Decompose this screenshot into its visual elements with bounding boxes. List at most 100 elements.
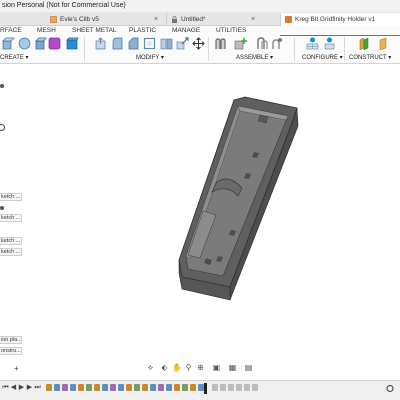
timeline-feature-icon[interactable]	[78, 384, 84, 391]
timeline-feature-icon[interactable]	[134, 384, 140, 391]
configure-rule-icon[interactable]	[323, 37, 336, 50]
prev-icon[interactable]: ◀	[10, 384, 17, 392]
timeline-feature-icon[interactable]	[182, 384, 188, 391]
ribbon-divider	[84, 37, 85, 61]
browser-item[interactable]: ketch ...	[0, 193, 22, 201]
construct-menu[interactable]: CONSTRUCT ▾	[349, 54, 391, 62]
shell-icon[interactable]	[143, 37, 156, 50]
play-icon[interactable]: ▶	[18, 384, 25, 392]
timeline-feature-icon[interactable]	[158, 384, 164, 391]
pan-icon[interactable]: ⬖	[160, 363, 169, 372]
gridfinity-holder-model	[178, 96, 299, 301]
timeline-feature-icon[interactable]	[142, 384, 148, 391]
timeline-feature-icon[interactable]	[118, 384, 124, 391]
window-title-bar: sion Personal (Not for Commercial Use)	[0, 0, 400, 12]
configure-table-icon[interactable]	[306, 37, 319, 50]
timeline-feature-icon[interactable]	[244, 384, 250, 391]
tab-label: Evie's Cilb v5	[60, 16, 99, 23]
form-icon[interactable]	[48, 37, 61, 50]
last-icon[interactable]: ⏭	[34, 384, 41, 392]
visibility-dot-icon[interactable]	[0, 84, 4, 88]
add-button[interactable]: +	[14, 364, 19, 373]
lock-icon	[172, 16, 177, 23]
3d-viewport[interactable]	[40, 70, 400, 360]
ribbon-tab-surface[interactable]: RFACE	[0, 27, 22, 35]
document-tab-bar: Evie's Cilb v5 × Untitled* × Kreg Bit Gr…	[0, 12, 400, 27]
look-at-icon[interactable]: ✋	[172, 363, 182, 372]
navigation-bar: ⟡ ⬖ ✋ ⚲ ⊕ ▣ ▦ ▤	[140, 362, 270, 374]
as-built-joint-icon[interactable]	[256, 37, 269, 50]
browser-item[interactable]: ketch ...	[0, 248, 22, 256]
tab-label: Untitled*	[181, 16, 206, 23]
assemble-menu[interactable]: ASSEMBLE ▾	[236, 54, 273, 62]
timeline-feature-icon[interactable]	[54, 384, 60, 391]
press-pull-icon[interactable]	[94, 37, 107, 50]
timeline-feature-icon[interactable]	[212, 384, 218, 391]
visibility-dot-icon[interactable]	[0, 206, 4, 210]
first-icon[interactable]: ⏮	[2, 384, 9, 392]
timeline-feature-icon[interactable]	[166, 384, 172, 391]
timeline-feature-icon[interactable]	[220, 384, 226, 391]
timeline-feature-icon[interactable]	[46, 384, 52, 391]
browser-item[interactable]: ion pla...	[0, 336, 22, 344]
extrude-icon[interactable]	[2, 37, 15, 50]
timeline-feature-icon[interactable]	[236, 384, 242, 391]
zoom-icon[interactable]: ⚲	[184, 363, 193, 372]
grid-icon[interactable]: ▦	[228, 363, 237, 372]
scale-icon[interactable]	[176, 37, 189, 50]
fillet-icon[interactable]	[111, 37, 124, 50]
tab-evies-clip[interactable]: Evie's Cilb v5 ×	[46, 13, 166, 26]
settings-icon[interactable]	[385, 384, 395, 393]
display-icon[interactable]: ▣	[212, 363, 221, 372]
joint-icon[interactable]	[234, 37, 247, 50]
timeline-feature-icon[interactable]	[126, 384, 132, 391]
configure-menu[interactable]: CONFIGURE ▾	[302, 54, 343, 62]
timeline-feature-icon[interactable]	[174, 384, 180, 391]
timeline-feature-icon[interactable]	[228, 384, 234, 391]
cube-icon[interactable]	[66, 37, 79, 50]
browser-item[interactable]: ketch ...	[0, 214, 22, 222]
browser-item[interactable]: onstru...	[0, 347, 22, 355]
new-component-icon[interactable]	[214, 37, 227, 50]
document-icon	[50, 16, 57, 23]
close-icon[interactable]: ×	[251, 13, 255, 26]
next-icon[interactable]: ▶	[26, 384, 33, 392]
move-icon[interactable]	[192, 37, 205, 50]
timeline-feature-icon[interactable]	[86, 384, 92, 391]
box-icon[interactable]	[34, 37, 47, 50]
close-icon[interactable]: ×	[154, 13, 158, 26]
timeline-feature-icon[interactable]	[70, 384, 76, 391]
offset-plane-icon[interactable]	[358, 37, 371, 50]
chamfer-icon[interactable]	[127, 37, 140, 50]
fit-icon[interactable]: ⊕	[196, 363, 205, 372]
create-menu[interactable]: CREATE ▾	[0, 54, 29, 62]
timeline-feature-icon[interactable]	[252, 384, 258, 391]
ribbon-tab-manage[interactable]: MANAGE	[172, 27, 200, 35]
ribbon-divider	[294, 37, 295, 61]
toolbar-ribbon: RFACE MESH SHEET METAL PLASTIC MANAGE UT…	[0, 26, 400, 64]
modify-menu[interactable]: MODIFY ▾	[136, 54, 164, 62]
timeline-feature-icon[interactable]	[102, 384, 108, 391]
active-radio-icon[interactable]	[0, 124, 5, 131]
ribbon-divider	[208, 37, 209, 61]
timeline-feature-icon[interactable]	[62, 384, 68, 391]
timeline-feature-icon[interactable]	[190, 384, 196, 391]
ribbon-tab-utilities[interactable]: UTILITIES	[216, 27, 246, 35]
browser-item[interactable]: ketch ...	[0, 237, 22, 245]
ribbon-tab-sheet-metal[interactable]: SHEET METAL	[72, 27, 117, 35]
timeline-marker[interactable]	[204, 383, 207, 394]
sphere-icon[interactable]	[18, 37, 31, 50]
ribbon-tab-plastic[interactable]: PLASTIC	[129, 27, 156, 35]
split-body-icon[interactable]	[160, 37, 173, 50]
tab-kreg-bit-gridfinity-holder[interactable]: Kreg Bit Gridfinity Holder v1	[280, 13, 400, 27]
tab-untitled[interactable]: Untitled* ×	[166, 13, 262, 26]
timeline: ⏮ ◀ ▶ ▶ ⏭	[0, 380, 400, 400]
joint-origin-icon[interactable]	[270, 37, 283, 50]
timeline-feature-icon[interactable]	[150, 384, 156, 391]
timeline-feature-icon[interactable]	[110, 384, 116, 391]
timeline-feature-icon[interactable]	[94, 384, 100, 391]
plane-at-angle-icon[interactable]	[378, 37, 391, 50]
ribbon-tab-mesh[interactable]: MESH	[37, 27, 56, 35]
viewports-icon[interactable]: ▤	[244, 363, 253, 372]
orbit-icon[interactable]: ⟡	[146, 363, 155, 372]
